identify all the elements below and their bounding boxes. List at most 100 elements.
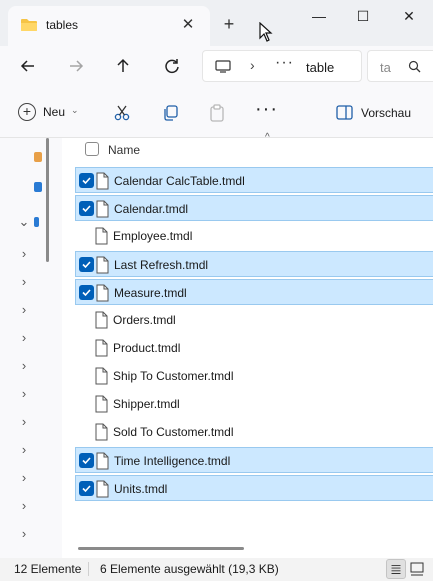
file-row[interactable]: Calendar CalcTable.tmdl [75, 167, 433, 193]
status-divider [88, 562, 89, 576]
copy-icon[interactable] [161, 104, 179, 122]
horizontal-scrollbar[interactable] [78, 547, 244, 550]
search-input[interactable]: ta [367, 50, 433, 82]
expanded-chevron-icon[interactable]: ⌄ [18, 214, 30, 229]
file-row[interactable]: Calendar.tmdl [75, 195, 433, 221]
computer-icon [215, 60, 231, 73]
file-row[interactable]: Shipper.tmdl [75, 391, 433, 417]
tab-title: tables [46, 18, 79, 32]
preview-label: Vorschau [361, 106, 412, 120]
file-row[interactable]: Measure.tmdl [75, 279, 433, 305]
navigation-pane[interactable]: ⌄ › › › › › › › › › › › [0, 138, 62, 558]
file-icon [96, 200, 109, 218]
file-list[interactable]: ^ Name Calendar CalcTable.tmdl Calendar.t… [62, 132, 433, 558]
search-placeholder: ta [380, 60, 391, 75]
back-arrow-icon[interactable] [17, 55, 39, 77]
file-icon [95, 395, 108, 413]
file-icon [95, 423, 108, 441]
up-arrow-icon[interactable] [112, 55, 134, 77]
onedrive-icon[interactable] [34, 217, 39, 227]
file-row[interactable]: Product.tmdl [75, 335, 433, 361]
details-view-icon[interactable] [386, 559, 406, 579]
expand-chevron-icon[interactable]: › [18, 498, 30, 513]
row-checkbox[interactable] [78, 424, 93, 439]
file-name: Product.tmdl [113, 341, 181, 355]
sort-ascending-icon: ^ [265, 132, 270, 143]
file-row[interactable]: Time Intelligence.tmdl [75, 447, 433, 473]
minimize-button[interactable]: — [307, 6, 331, 26]
nav-scrollbar[interactable] [46, 138, 49, 262]
file-icon [95, 227, 108, 245]
expand-chevron-icon[interactable]: › [18, 330, 30, 345]
file-name: Ship To Customer.tmdl [113, 369, 234, 383]
file-row[interactable]: Last Refresh.tmdl [75, 251, 433, 277]
file-icon [96, 452, 109, 470]
row-checkbox[interactable] [78, 368, 93, 383]
file-row[interactable]: Orders.tmdl [75, 307, 433, 333]
row-checkbox[interactable] [79, 173, 94, 188]
breadcrumb-more-button[interactable]: ··· [275, 54, 294, 72]
item-count: 12 Elemente [14, 562, 82, 576]
row-checkbox[interactable] [78, 396, 93, 411]
file-name: Shipper.tmdl [113, 397, 180, 411]
row-checkbox[interactable] [79, 201, 94, 216]
paste-icon[interactable] [208, 104, 226, 122]
refresh-icon[interactable] [161, 55, 183, 77]
expand-chevron-icon[interactable]: › [18, 442, 30, 457]
tiles-view-icon[interactable] [409, 560, 425, 578]
file-name: Units.tmdl [114, 482, 168, 496]
breadcrumb-current[interactable]: table [306, 60, 334, 75]
file-icon [95, 367, 108, 385]
tab-close-icon[interactable]: ✕ [178, 15, 198, 35]
file-row[interactable]: Units.tmdl [75, 475, 433, 501]
file-row[interactable]: Employee.tmdl [75, 223, 433, 249]
close-window-button[interactable]: ✕ [397, 6, 421, 26]
column-header: ^ Name [62, 132, 433, 162]
file-name: Time Intelligence.tmdl [114, 454, 231, 468]
status-bar: 12 Elemente 6 Elemente ausgewählt (19,3 … [0, 558, 433, 581]
row-checkbox[interactable] [79, 453, 94, 468]
forward-arrow-icon[interactable] [65, 55, 87, 77]
chevron-down-icon: ⌄ [71, 105, 79, 115]
tab-tables[interactable]: tables ✕ [8, 6, 210, 46]
row-checkbox[interactable] [78, 228, 93, 243]
gallery-icon[interactable] [34, 182, 42, 192]
file-icon [95, 339, 108, 357]
name-column-header[interactable]: Name [108, 143, 140, 157]
expand-chevron-icon[interactable]: › [18, 274, 30, 289]
file-name: Calendar.tmdl [114, 202, 189, 216]
file-icon [96, 480, 109, 498]
file-name: Calendar CalcTable.tmdl [114, 174, 245, 188]
row-checkbox[interactable] [79, 481, 94, 496]
title-bar: tables ✕ + — ☐ ✕ [0, 0, 433, 46]
file-name: Employee.tmdl [113, 229, 193, 243]
row-checkbox[interactable] [78, 312, 93, 327]
row-checkbox[interactable] [78, 340, 93, 355]
expand-chevron-icon[interactable]: › [18, 386, 30, 401]
file-icon [96, 172, 109, 190]
expand-chevron-icon[interactable]: › [18, 526, 30, 541]
expand-chevron-icon[interactable]: › [18, 470, 30, 485]
breadcrumb[interactable]: › ··· table [202, 50, 362, 82]
add-icon: + [18, 103, 36, 121]
file-icon [96, 256, 109, 274]
select-all-checkbox[interactable] [85, 142, 99, 156]
new-tab-button[interactable]: + [219, 14, 239, 34]
file-name: Sold To Customer.tmdl [113, 425, 234, 439]
row-checkbox[interactable] [79, 285, 94, 300]
address-bar: › ··· table ta [0, 46, 433, 86]
selection-info: 6 Elemente ausgewählt (19,3 KB) [100, 562, 279, 576]
file-row[interactable]: Sold To Customer.tmdl [75, 419, 433, 445]
expand-chevron-icon[interactable]: › [18, 358, 30, 373]
maximize-button[interactable]: ☐ [351, 6, 375, 26]
more-options-button[interactable]: ··· [255, 98, 278, 121]
file-row[interactable]: Ship To Customer.tmdl [75, 363, 433, 389]
cut-icon[interactable] [113, 104, 131, 122]
expand-chevron-icon[interactable]: › [18, 414, 30, 429]
file-icon [95, 311, 108, 329]
row-checkbox[interactable] [79, 257, 94, 272]
expand-chevron-icon[interactable]: › [18, 246, 30, 261]
new-label: Neu [43, 105, 66, 119]
home-icon[interactable] [34, 152, 42, 162]
expand-chevron-icon[interactable]: › [18, 302, 30, 317]
